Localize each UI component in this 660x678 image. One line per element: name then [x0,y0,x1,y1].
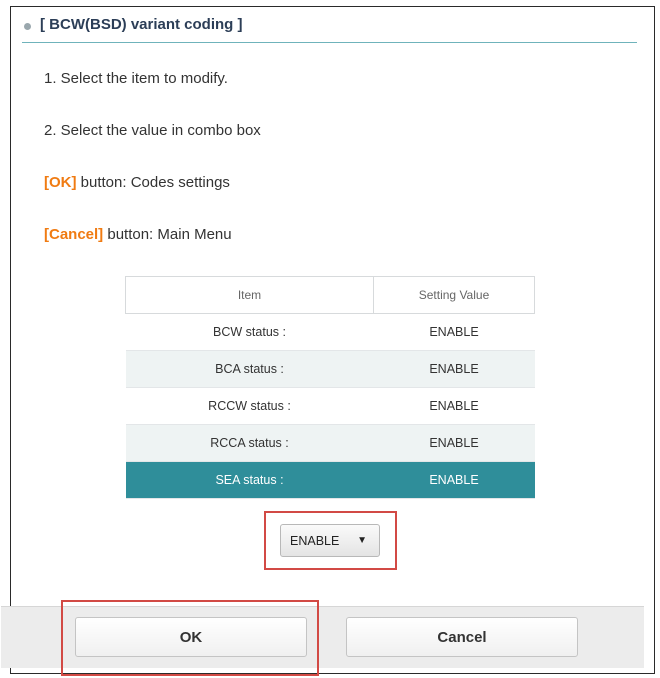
row-item: RCCA status : [125,424,374,462]
row-item: BCW status : [125,313,374,351]
table-row[interactable]: BCW status : ENABLE [125,313,535,351]
table-row[interactable]: RCCW status : ENABLE [125,387,535,425]
table-row-selected[interactable]: SEA status : ENABLE [125,461,535,499]
row-value: ENABLE [373,387,535,425]
row-value: ENABLE [373,461,535,499]
row-item: BCA status : [125,350,374,388]
bullet-dot-icon [24,23,31,30]
cancel-key-label: [Cancel] [44,226,104,243]
table-row[interactable]: BCA status : ENABLE [125,350,535,388]
instruction-step-1: 1. Select the item to modify. [44,70,228,87]
row-item: RCCW status : [125,387,374,425]
value-combo-box[interactable]: ENABLE ▼ [280,524,380,557]
section-title: [ BCW(BSD) variant coding ] [40,16,243,33]
cancel-button[interactable]: Cancel [346,617,578,657]
variant-coding-table: Item Setting Value BCW status : ENABLE B… [125,276,535,499]
row-value: ENABLE [373,313,535,351]
ok-description: button: Codes settings [76,174,230,191]
combo-selected-value: ENABLE [290,534,340,548]
table-row[interactable]: RCCA status : ENABLE [125,424,535,462]
ok-highlight-box [61,600,319,676]
section-header: [ BCW(BSD) variant coding ] [22,16,637,43]
row-item: SEA status : [125,461,374,499]
instruction-ok: [OK] button: Codes settings [44,174,230,191]
caret-down-icon: ▼ [357,535,367,546]
column-header-item: Item [125,276,374,314]
table-header-row: Item Setting Value [125,276,535,314]
column-header-setting-value: Setting Value [373,276,535,314]
ok-key-label: [OK] [44,174,77,191]
instruction-step-2: 2. Select the value in combo box [44,122,261,139]
cancel-description: button: Main Menu [103,226,232,243]
instruction-cancel: [Cancel] button: Main Menu [44,226,232,243]
row-value: ENABLE [373,350,535,388]
row-value: ENABLE [373,424,535,462]
